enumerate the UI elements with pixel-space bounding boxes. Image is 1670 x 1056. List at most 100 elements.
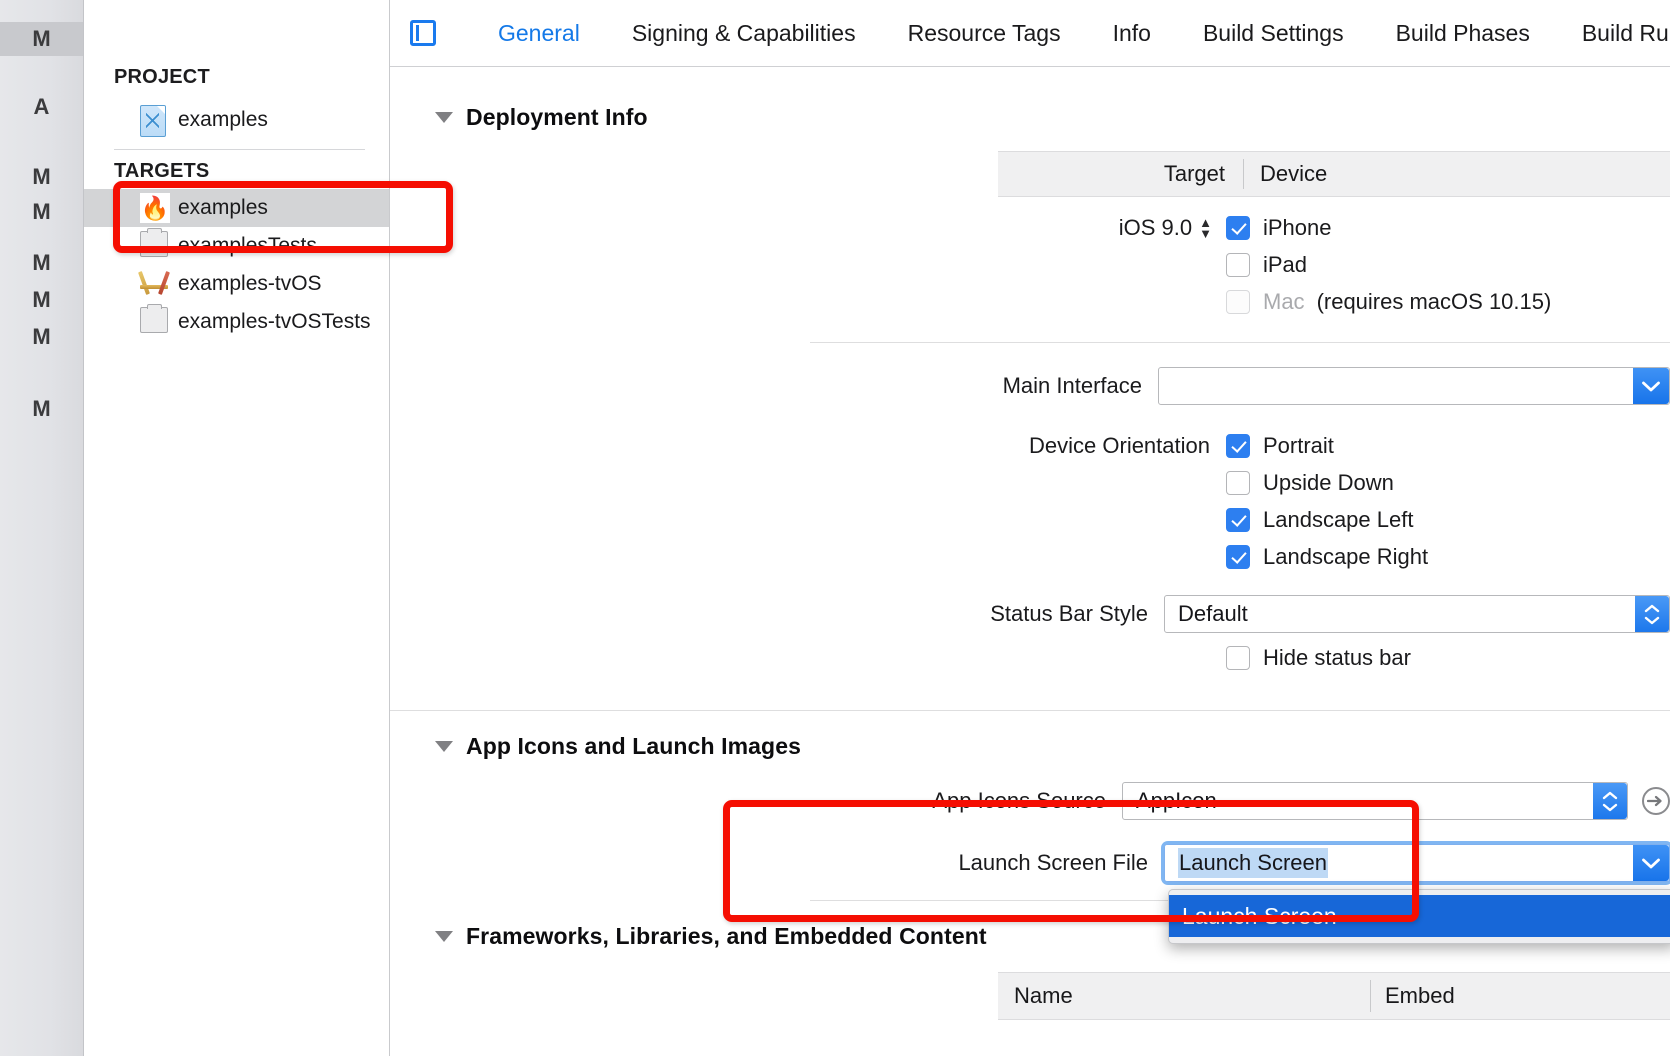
tvos-app-icon bbox=[140, 269, 168, 299]
deployment-table-header: Target Device bbox=[998, 151, 1670, 197]
checkbox-iphone[interactable] bbox=[1226, 215, 1250, 240]
vcs-status-letter: M bbox=[0, 22, 83, 56]
device-orientation-label: Device Orientation bbox=[1029, 432, 1210, 458]
status-bar-style-value: Default bbox=[1178, 601, 1248, 626]
chevron-up-down-icon[interactable] bbox=[1593, 783, 1627, 819]
checkbox-label-iphone: iPhone bbox=[1263, 214, 1332, 240]
checkbox-label-landscape-right: Landscape Right bbox=[1263, 543, 1429, 569]
main-interface-label: Main Interface bbox=[1002, 373, 1142, 398]
disclosure-triangle-icon[interactable] bbox=[435, 741, 453, 752]
editor-scroll-content: Deployment Info Target Device iOS 9.0 ▲ ▼ bbox=[390, 66, 1670, 1056]
selected-text: Launch Screen bbox=[1178, 848, 1328, 878]
checkbox-label-upside-down: Upside Down bbox=[1263, 469, 1394, 495]
section-title: Deployment Info bbox=[466, 104, 648, 130]
main-interface-combobox[interactable] bbox=[1158, 367, 1670, 405]
tab-info[interactable]: Info bbox=[1087, 20, 1177, 47]
vcs-status-letter: A bbox=[33, 94, 50, 119]
app-icons-source-value: AppIcon bbox=[1136, 788, 1217, 813]
target-label: examples-tvOSTests bbox=[178, 310, 371, 333]
vcs-status-letter: M bbox=[32, 250, 51, 275]
checkbox-ipad[interactable] bbox=[1226, 252, 1250, 277]
checkbox-mac bbox=[1226, 289, 1250, 314]
target-label: examples-tvOS bbox=[178, 272, 322, 295]
checkbox-row-portrait[interactable]: Portrait bbox=[1226, 427, 1334, 464]
sidebar-item-target-examples[interactable]: 🔥 examples bbox=[84, 189, 389, 227]
checkbox-label-hide-status-bar: Hide status bar bbox=[1263, 644, 1411, 670]
column-header-embed: Embed bbox=[1370, 980, 1670, 1012]
app-icons-source-popup[interactable]: AppIcon bbox=[1122, 782, 1628, 820]
frameworks-table-header: Name Embed bbox=[998, 972, 1670, 1020]
checkbox-portrait[interactable] bbox=[1226, 433, 1250, 458]
checkbox-label-landscape-left: Landscape Left bbox=[1263, 506, 1414, 532]
project-navigator-sidebar: PROJECT examples TARGETS 🔥 examples exam… bbox=[84, 0, 390, 1056]
mac-requirement-note: (requires macOS 10.15) bbox=[1316, 288, 1552, 314]
app-icons-section-header[interactable]: App Icons and Launch Images bbox=[390, 710, 1670, 760]
form-divider bbox=[810, 342, 1670, 343]
project-file-icon bbox=[140, 105, 168, 137]
checkbox-upside-down[interactable] bbox=[1226, 470, 1250, 495]
vcs-status-letter: M bbox=[32, 324, 51, 349]
sidebar-item-target-examplesTests[interactable]: examplesTests bbox=[84, 227, 389, 265]
launch-screen-file-dropdown-list[interactable]: Launch Screen bbox=[1168, 889, 1670, 944]
vcs-status-letter: M bbox=[32, 396, 51, 421]
column-header-target: Target bbox=[1163, 161, 1225, 186]
checkbox-row-ipad[interactable]: iPad bbox=[1226, 246, 1307, 283]
section-title: Frameworks, Libraries, and Embedded Cont… bbox=[466, 923, 987, 949]
flame-icon: 🔥 bbox=[140, 193, 170, 223]
status-bar-style-label: Status Bar Style bbox=[990, 601, 1148, 626]
version-control-status-gutter: M A M M M M M M bbox=[0, 0, 84, 1056]
stepper-arrows-icon[interactable]: ▲ ▼ bbox=[1199, 216, 1212, 240]
targets-section-header: TARGETS bbox=[114, 160, 210, 182]
vcs-status-letter: M bbox=[32, 199, 51, 224]
sidebar-item-target-examples-tvOSTests[interactable]: examples-tvOSTests bbox=[84, 303, 389, 341]
checkbox-row-landscape-right[interactable]: Landscape Right bbox=[1226, 538, 1428, 575]
navigator-project-examples[interactable]: examples bbox=[84, 101, 389, 139]
disclosure-triangle-icon[interactable] bbox=[435, 931, 453, 942]
chevron-up-down-icon[interactable] bbox=[1635, 596, 1669, 632]
launch-screen-file-label: Launch Screen File bbox=[958, 850, 1148, 875]
project-badge-icon bbox=[410, 20, 436, 46]
status-bar-style-popup[interactable]: Default bbox=[1164, 595, 1670, 633]
disclosure-triangle-icon[interactable] bbox=[435, 112, 453, 123]
tab-general[interactable]: General bbox=[472, 20, 606, 47]
project-section-header: PROJECT bbox=[114, 66, 210, 88]
checkbox-landscape-right[interactable] bbox=[1226, 544, 1250, 569]
reveal-in-assets-button[interactable] bbox=[1642, 787, 1670, 815]
tab-signing-capabilities[interactable]: Signing & Capabilities bbox=[606, 20, 882, 47]
checkbox-row-upside-down[interactable]: Upside Down bbox=[1226, 464, 1394, 501]
checkbox-label-portrait: Portrait bbox=[1263, 432, 1334, 458]
editor-tab-bar: General Signing & Capabilities Resource … bbox=[390, 0, 1670, 67]
checkbox-landscape-left[interactable] bbox=[1226, 507, 1250, 532]
tab-build-settings[interactable]: Build Settings bbox=[1177, 20, 1370, 47]
chevron-down-icon[interactable] bbox=[1633, 845, 1669, 881]
sidebar-item-target-examples-tvOS[interactable]: examples-tvOS bbox=[84, 265, 389, 303]
vcs-status-letter: M bbox=[32, 164, 51, 189]
checkbox-hide-status-bar[interactable] bbox=[1226, 645, 1250, 670]
deployment-info-section-header[interactable]: Deployment Info bbox=[390, 94, 1670, 131]
target-label: examplesTests bbox=[178, 234, 317, 257]
tab-resource-tags[interactable]: Resource Tags bbox=[882, 20, 1087, 47]
test-bundle-icon bbox=[140, 228, 168, 261]
app-icons-source-label: App Icons Source bbox=[932, 788, 1106, 813]
xcode-project-editor-window: M A M M M M M M PROJECT examples TARGETS… bbox=[0, 0, 1670, 1056]
tab-build-phases[interactable]: Build Phases bbox=[1370, 20, 1556, 47]
vcs-status-letter: M bbox=[32, 287, 51, 312]
navigator-divider bbox=[114, 149, 365, 150]
deployment-target-value: iOS 9.0 bbox=[1118, 214, 1193, 240]
checkbox-label-mac: Mac bbox=[1263, 288, 1305, 314]
dropdown-option-launch-screen[interactable]: Launch Screen bbox=[1169, 895, 1670, 937]
checkbox-row-iphone[interactable]: iPhone bbox=[1226, 209, 1332, 246]
checkbox-row-landscape-left[interactable]: Landscape Left bbox=[1226, 501, 1413, 538]
tab-build-rules[interactable]: Build Ru bbox=[1556, 20, 1670, 47]
deployment-target-stepper[interactable]: iOS 9.0 ▲ ▼ bbox=[390, 215, 1226, 241]
column-header-device: Device bbox=[1260, 161, 1328, 186]
test-bundle-icon bbox=[140, 304, 168, 337]
checkbox-row-mac: Mac (requires macOS 10.15) bbox=[1226, 283, 1551, 320]
checkbox-row-hide-status-bar[interactable]: Hide status bar bbox=[1226, 639, 1411, 676]
column-header-name: Name bbox=[1014, 983, 1073, 1008]
section-title: App Icons and Launch Images bbox=[466, 733, 801, 759]
target-editor-detail-pane: General Signing & Capabilities Resource … bbox=[390, 0, 1670, 1056]
chevron-down-icon[interactable] bbox=[1633, 368, 1669, 404]
launch-screen-file-value: Launch Screen bbox=[1165, 848, 1328, 878]
launch-screen-file-combobox[interactable]: Launch Screen bbox=[1164, 844, 1670, 882]
